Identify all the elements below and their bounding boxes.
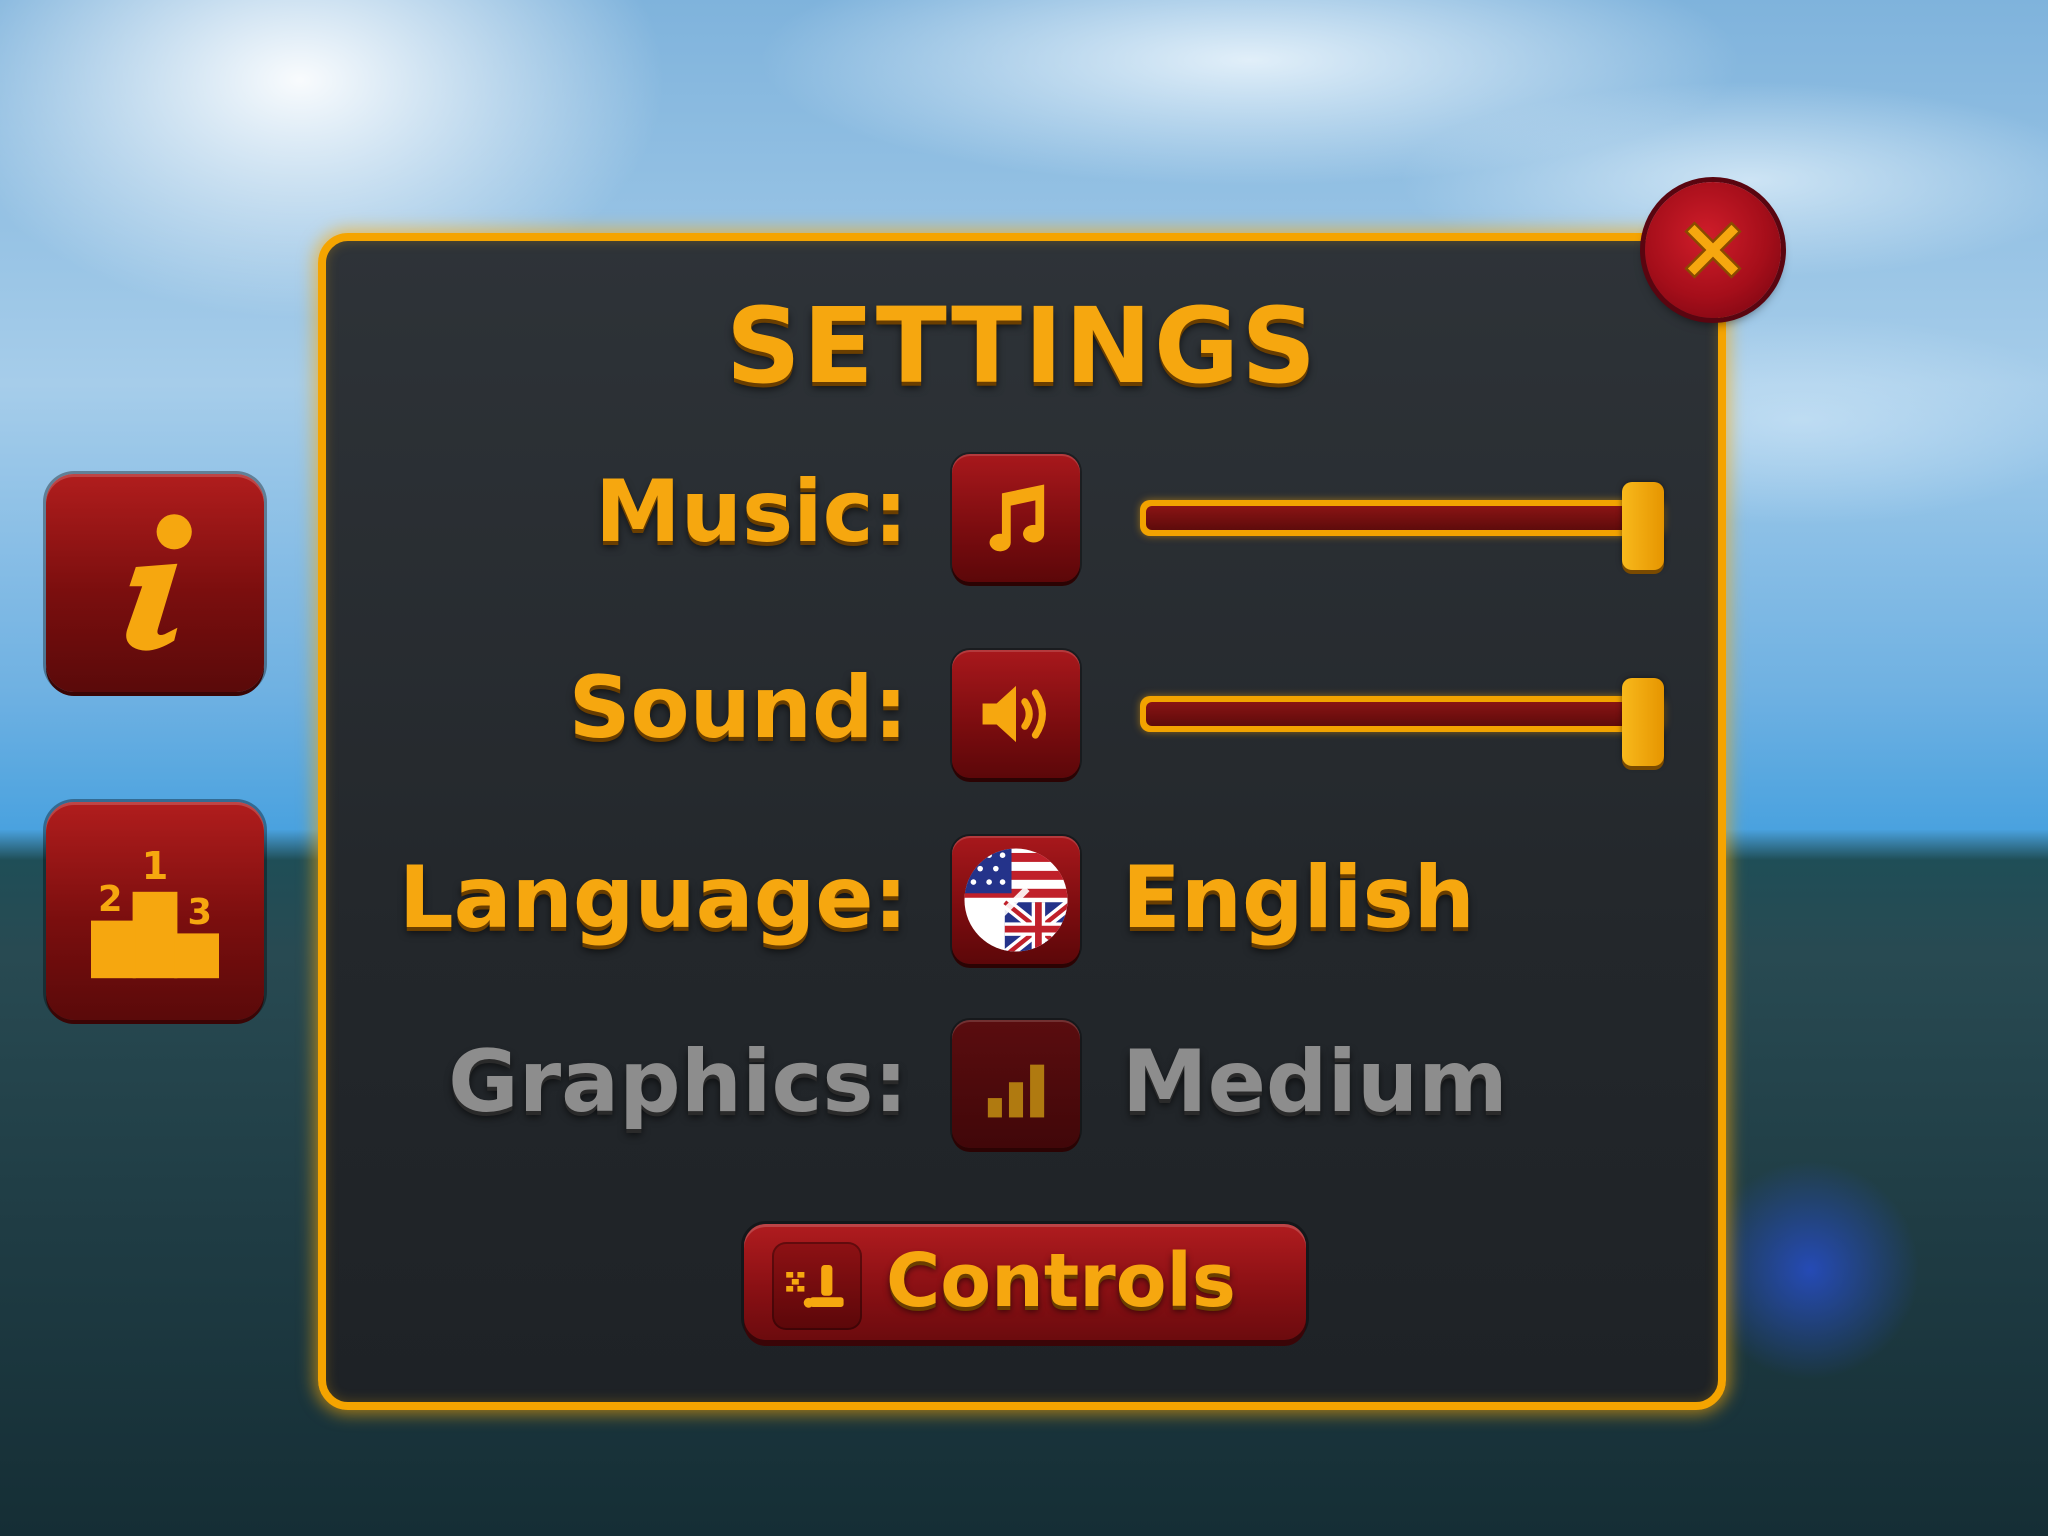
info-button[interactable] (46, 474, 264, 692)
music-slider-knob[interactable] (1622, 482, 1665, 570)
flag-us-uk-icon (964, 848, 1068, 952)
info-icon (126, 514, 192, 651)
sound-toggle-button[interactable] (952, 650, 1080, 778)
settings-title: SETTINGS (725, 285, 1319, 407)
language-label: Language: (398, 848, 908, 948)
language-value[interactable]: English (1122, 848, 1475, 948)
graphics-button[interactable] (952, 1020, 1080, 1148)
music-note-icon (989, 484, 1045, 552)
sound-slider-knob[interactable] (1622, 678, 1665, 766)
close-icon (1684, 221, 1742, 279)
controls-button[interactable]: Controls (744, 1224, 1306, 1340)
music-label: Music: (595, 462, 908, 562)
music-slider[interactable] (1140, 482, 1665, 570)
language-button[interactable] (952, 836, 1080, 964)
signal-bars-icon (987, 1064, 1045, 1118)
leaderboard-button[interactable]: 1 2 3 (46, 802, 264, 1020)
joystick-icon (786, 1265, 844, 1308)
lens-flare (1700, 1160, 1920, 1380)
graphics-label: Graphics: (448, 1032, 908, 1132)
controls-label: Controls (886, 1238, 1236, 1324)
music-toggle-button[interactable] (952, 454, 1080, 582)
sound-label: Sound: (568, 658, 908, 758)
music-slider-track (1140, 500, 1664, 536)
svg-text:3: 3 (188, 892, 212, 933)
sound-slider-track (1140, 696, 1664, 732)
svg-text:2: 2 (98, 879, 122, 920)
sound-slider[interactable] (1140, 678, 1665, 766)
leaderboard-podium-icon: 1 2 3 (91, 844, 219, 979)
speaker-icon (982, 685, 1046, 743)
svg-text:1: 1 (142, 844, 169, 889)
controls-icon-box (772, 1242, 862, 1330)
graphics-value[interactable]: Medium (1122, 1032, 1508, 1132)
